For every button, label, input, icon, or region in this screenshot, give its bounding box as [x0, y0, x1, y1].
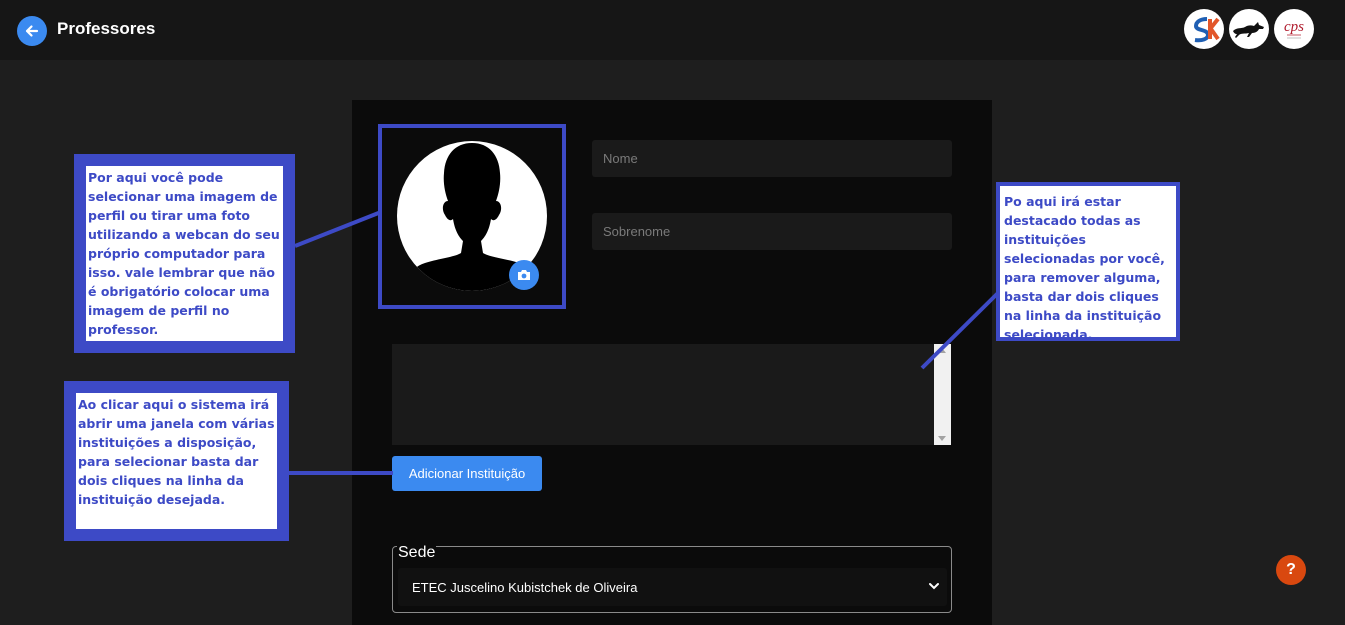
scroll-down-arrow-icon[interactable] [938, 436, 946, 441]
add-button-callout: Ao clicar aqui o sistema irá abrir uma j… [64, 381, 289, 541]
horse-logo [1229, 9, 1269, 49]
list-scrollbar[interactable] [934, 344, 951, 445]
institution-list[interactable] [392, 344, 951, 445]
institution-list-callout: Po aqui irá estar destacado todas as ins… [996, 182, 1180, 342]
svg-text:cps: cps [1284, 19, 1304, 35]
camera-icon [518, 270, 530, 280]
page-title: Professores [57, 19, 156, 38]
back-button[interactable] [17, 16, 47, 46]
sede-select[interactable]: ETEC Juscelino Kubistchek de Oliveira [398, 568, 947, 606]
sk-logo [1184, 9, 1224, 49]
photo-highlight-box [378, 124, 566, 309]
chevron-down-icon [929, 583, 939, 590]
sede-selected-value: ETEC Juscelino Kubistchek de Oliveira [412, 579, 638, 595]
help-button[interactable]: ? [1276, 555, 1306, 585]
sede-legend: Sede [397, 544, 437, 562]
camera-button[interactable] [509, 260, 539, 290]
scroll-up-arrow-icon[interactable] [938, 348, 946, 353]
sobrenome-input[interactable] [592, 213, 952, 250]
nome-input[interactable] [592, 140, 952, 177]
photo-callout: Por aqui você pode selecionar uma imagem… [74, 154, 295, 353]
add-institution-button[interactable]: Adicionar Instituição [392, 456, 542, 491]
cps-logo: cps [1274, 9, 1314, 49]
arrow-left-icon [25, 25, 39, 37]
top-bar: Professores cps [0, 0, 1345, 60]
